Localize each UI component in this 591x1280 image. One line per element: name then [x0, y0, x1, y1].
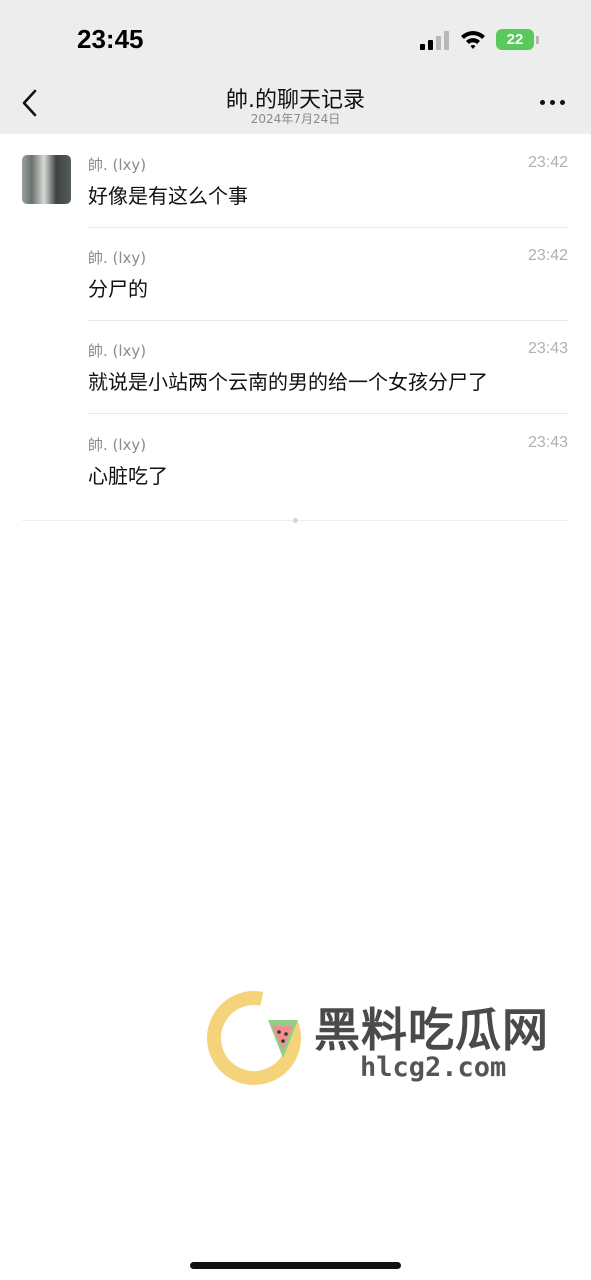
message-divider	[88, 227, 568, 228]
message-time: 23:43	[527, 340, 568, 357]
battery-level: 22	[506, 31, 524, 48]
message-time: 23:42	[527, 247, 568, 264]
status-bar: 23:45 22	[0, 0, 591, 70]
message-sender: 帥. (lxy)	[88, 342, 147, 360]
status-time: 23:45	[77, 24, 144, 54]
message-text: 心脏吃了	[88, 464, 168, 488]
watermark-title: 黑料吃瓜网	[314, 1003, 549, 1057]
cellular-signal-icon	[420, 30, 452, 50]
more-options-button[interactable]	[538, 100, 568, 108]
message-time: 23:42	[527, 154, 568, 171]
message-item[interactable]: 帥. (lxy) 23:43 就说是小站两个云南的男的给一个女孩分尸了	[88, 340, 568, 400]
message-time: 23:43	[527, 434, 568, 451]
nav-bar: 帥.的聊天记录 2024年7月24日	[0, 70, 591, 134]
battery-cap	[536, 36, 539, 44]
message-divider	[88, 320, 568, 321]
message-item[interactable]: 帥. (lxy) 23:42 好像是有这么个事	[88, 154, 568, 214]
message-text: 就说是小站两个云南的男的给一个女孩分尸了	[88, 370, 488, 394]
header-area: 23:45 22 帥.的聊天记录 2024年7月24日	[0, 0, 591, 134]
wifi-icon	[461, 31, 485, 49]
avatar[interactable]	[22, 155, 71, 204]
battery-icon: 22	[496, 29, 534, 50]
home-indicator[interactable]	[190, 1262, 401, 1269]
message-text: 好像是有这么个事	[88, 184, 248, 208]
page-subtitle-date: 2024年7月24日	[250, 112, 341, 126]
end-of-history-dot	[293, 518, 298, 523]
message-divider	[88, 413, 568, 414]
message-item[interactable]: 帥. (lxy) 23:42 分尸的	[88, 247, 568, 307]
watermelon-logo-icon	[207, 991, 301, 1085]
message-item[interactable]: 帥. (lxy) 23:43 心脏吃了	[88, 434, 568, 494]
message-sender: 帥. (lxy)	[88, 436, 147, 454]
watermark-domain: hlcg2.com	[360, 1052, 507, 1083]
message-sender: 帥. (lxy)	[88, 156, 147, 174]
watermark: 黑料吃瓜网 hlcg2.com	[206, 990, 576, 1090]
message-text: 分尸的	[88, 277, 148, 301]
message-sender: 帥. (lxy)	[88, 249, 147, 267]
